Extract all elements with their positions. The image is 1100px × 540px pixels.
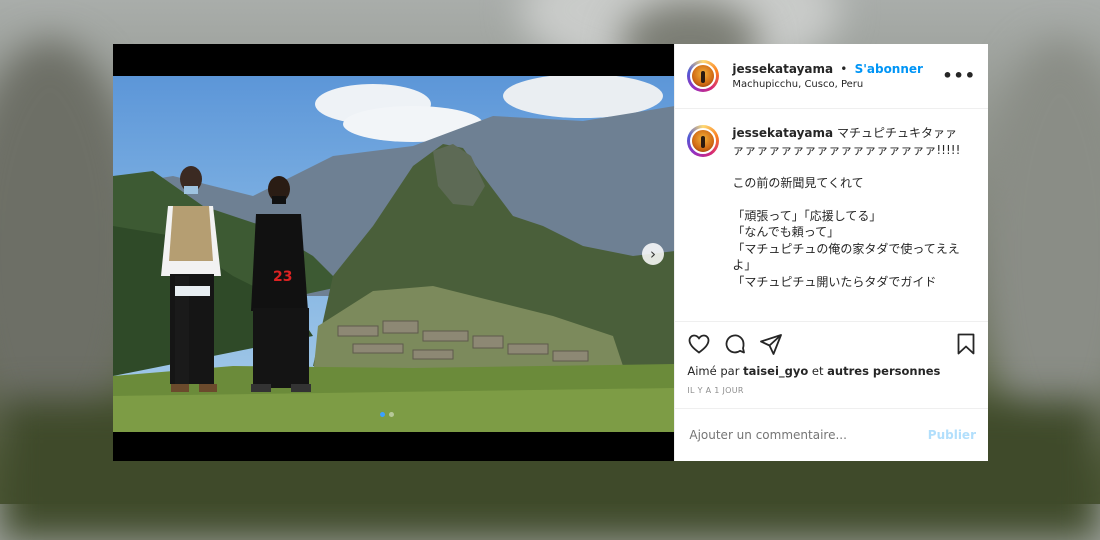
comment-input[interactable] <box>687 427 912 443</box>
heart-icon[interactable] <box>687 332 711 356</box>
separator-bullet: • <box>840 62 848 76</box>
caption-area: jessekatayama マチュピチュキタァァァァァァァァァァァァァァァァァァ… <box>675 109 988 321</box>
comment-composer: Publier <box>675 408 988 461</box>
post-photo[interactable]: 23 <box>113 76 675 432</box>
follow-button[interactable]: S'abonner <box>855 62 923 76</box>
action-bar: Aimé par taisei_gyo et autres personnes … <box>675 321 988 408</box>
post-header: jessekatayama • S'abonner Machupicchu, C… <box>675 44 988 109</box>
post-timestamp[interactable]: IL Y A 1 JOUR <box>687 386 976 395</box>
more-options-icon[interactable]: ••• <box>942 66 976 85</box>
caption-avatar[interactable] <box>687 125 720 157</box>
backdrop-right <box>980 40 1100 460</box>
machu-picchu-photo: 23 <box>113 76 675 432</box>
publish-button[interactable]: Publier <box>928 428 976 442</box>
carousel-indicator <box>380 412 394 417</box>
carousel-dot-active <box>380 412 385 417</box>
bookmark-icon[interactable] <box>954 332 978 356</box>
carousel-dot <box>389 412 394 417</box>
post-media[interactable]: 23 › <box>113 44 675 461</box>
location-link[interactable]: Machupicchu, Cusco, Peru <box>732 79 923 90</box>
avatar[interactable] <box>687 60 720 92</box>
caption-body: マチュピチュキタァァァァァァァァァァァァァァァァァァァ!!!!! この前の新聞見… <box>732 126 961 289</box>
caption-username[interactable]: jessekatayama <box>732 126 833 140</box>
svg-text:23: 23 <box>273 269 292 285</box>
instagram-post: 23 › jessekatayama • S'abonner Machupicc… <box>113 44 988 461</box>
username-link[interactable]: jessekatayama <box>732 62 833 76</box>
comment-icon[interactable] <box>723 332 747 356</box>
likes-user-link[interactable]: taisei_gyo <box>743 364 808 378</box>
share-icon[interactable] <box>759 332 783 356</box>
likes-prefix: Aimé par <box>687 364 740 378</box>
chevron-right-icon: › <box>650 245 656 263</box>
carousel-next-button[interactable]: › <box>642 243 664 265</box>
likes-summary: Aimé par taisei_gyo et autres personnes <box>687 364 976 378</box>
caption-text: jessekatayama マチュピチュキタァァァァァァァァァァァァァァァァァァ… <box>732 125 962 321</box>
likes-joiner: et <box>811 364 824 378</box>
likes-others-link[interactable]: autres personnes <box>827 364 940 378</box>
post-sidebar: jessekatayama • S'abonner Machupicchu, C… <box>674 44 988 461</box>
